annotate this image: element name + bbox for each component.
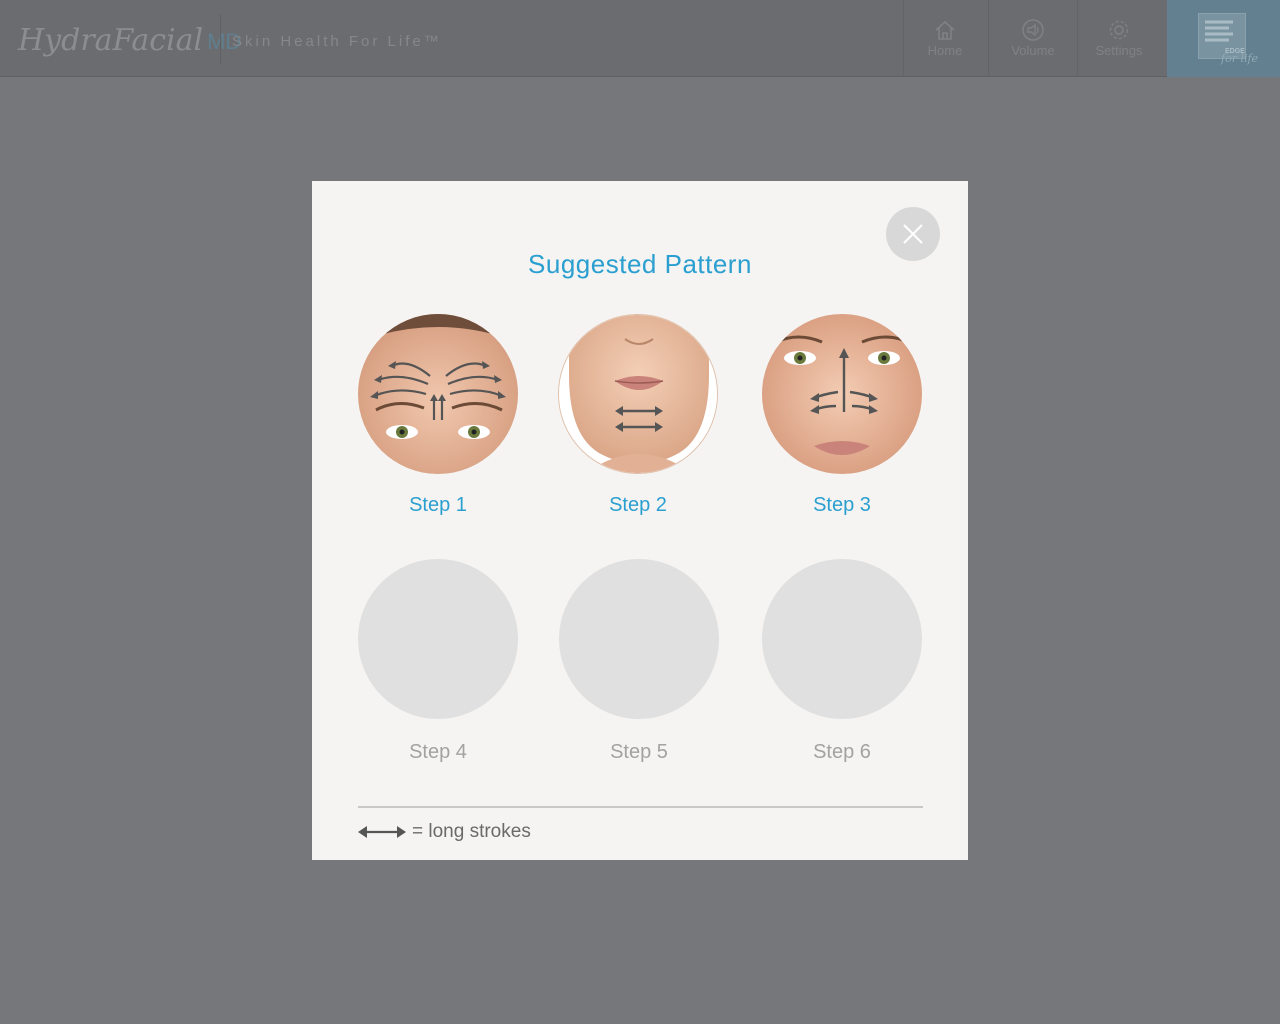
step-5: Step 5	[558, 559, 720, 764]
settings-label: Settings	[1095, 43, 1143, 58]
edge-for-life-logo[interactable]: EDGE for life	[1167, 0, 1280, 77]
step-2-label: Step 2	[609, 494, 667, 516]
step-6-label: Step 6	[813, 741, 871, 763]
step-5-label: Step 5	[610, 741, 668, 763]
home-button[interactable]: Home	[904, 0, 986, 77]
step-6-placeholder	[762, 559, 922, 719]
step-1-label: Step 1	[409, 494, 467, 516]
close-icon	[903, 224, 923, 244]
legend-divider	[358, 806, 923, 808]
step-6: Step 6	[761, 559, 923, 764]
home-label: Home	[927, 43, 963, 58]
step-3-image	[762, 314, 922, 474]
brand-divider	[220, 14, 221, 64]
speaker-icon	[1022, 19, 1044, 41]
step-4-label: Step 4	[409, 741, 467, 763]
suggested-pattern-dialog: Suggested Pattern Step 1 Step 2 Step 3 S…	[312, 181, 968, 860]
step-1[interactable]: Step 1	[357, 314, 519, 517]
step-4-placeholder	[358, 559, 518, 719]
edge-logo-script: for life	[1221, 52, 1259, 65]
legend: = long strokes	[358, 821, 531, 843]
double-arrow-icon	[358, 826, 406, 838]
step-2-image	[558, 314, 718, 474]
volume-label: Volume	[1011, 43, 1055, 58]
step-1-image	[358, 314, 518, 474]
settings-button[interactable]: Settings	[1078, 0, 1160, 77]
nav-divider	[988, 0, 989, 77]
tagline: Skin Health For Life™	[232, 33, 442, 50]
step-3[interactable]: Step 3	[761, 314, 923, 517]
top-bar: HydraFacial MD Skin Health For Life™ Hom…	[0, 0, 1280, 77]
brand-logo: HydraFacial MD	[18, 18, 241, 62]
step-2[interactable]: Step 2	[557, 314, 719, 517]
volume-button[interactable]: Volume	[990, 0, 1076, 77]
step-5-placeholder	[559, 559, 719, 719]
step-3-label: Step 3	[813, 494, 871, 516]
brand-name: HydraFacial	[18, 22, 204, 58]
legend-text: = long strokes	[412, 821, 531, 842]
gear-icon	[1109, 20, 1129, 40]
home-icon	[935, 20, 955, 40]
dialog-title: Suggested Pattern	[528, 249, 752, 279]
step-4: Step 4	[357, 559, 519, 764]
